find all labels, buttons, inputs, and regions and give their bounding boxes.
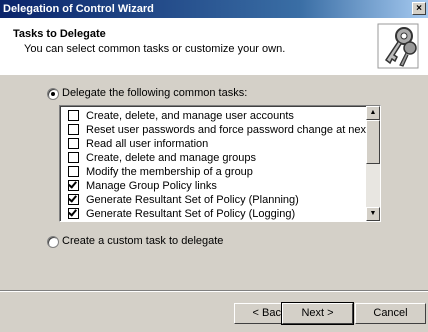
task-checkbox[interactable] xyxy=(68,194,79,205)
next-button[interactable]: Next > xyxy=(281,302,354,325)
task-label: Read all user information xyxy=(86,138,209,150)
task-label: Generate Resultant Set of Policy (Planni… xyxy=(86,194,299,206)
radio-custom-task-label[interactable]: Create a custom task to delegate xyxy=(62,235,223,247)
footer-separator xyxy=(0,290,428,292)
radio-common-tasks[interactable] xyxy=(47,88,59,100)
scroll-up-button[interactable]: ▲ xyxy=(366,106,380,120)
window-title: Delegation of Control Wizard xyxy=(3,3,154,15)
task-checkbox[interactable] xyxy=(68,166,79,177)
task-label: Create, delete and manage groups xyxy=(86,152,257,164)
title-bar: Delegation of Control Wizard × xyxy=(0,0,428,18)
task-checkbox[interactable] xyxy=(68,152,79,163)
task-list: Create, delete, and manage user accounts… xyxy=(60,106,380,221)
arrow-up-icon: ▲ xyxy=(369,109,377,116)
radio-custom-task[interactable] xyxy=(47,236,59,248)
task-checkbox[interactable] xyxy=(68,208,79,219)
task-label: Generate Resultant Set of Policy (Loggin… xyxy=(86,208,296,220)
header-subtitle: You can select common tasks or customize… xyxy=(24,43,286,55)
close-icon: × xyxy=(416,3,422,14)
task-label: Reset user passwords and force password … xyxy=(86,124,381,136)
task-checkbox[interactable] xyxy=(68,110,79,121)
header-separator xyxy=(0,74,428,75)
arrow-down-icon: ▼ xyxy=(369,210,377,217)
cancel-button[interactable]: Cancel xyxy=(355,303,426,324)
wizard-header: Tasks to Delegate You can select common … xyxy=(0,18,428,75)
task-checkbox[interactable] xyxy=(68,180,79,191)
close-button[interactable]: × xyxy=(412,2,426,15)
task-listbox[interactable]: Create, delete, and manage user accounts… xyxy=(59,105,381,222)
scroll-down-button[interactable]: ▼ xyxy=(366,207,380,221)
keys-icon xyxy=(377,23,419,69)
vertical-scrollbar[interactable]: ▲ ▼ xyxy=(366,106,380,221)
scroll-thumb[interactable] xyxy=(366,120,380,164)
task-checkbox[interactable] xyxy=(68,124,79,135)
radio-common-tasks-label[interactable]: Delegate the following common tasks: xyxy=(62,87,247,99)
header-title: Tasks to Delegate xyxy=(13,28,106,40)
task-checkbox[interactable] xyxy=(68,138,79,149)
task-label: Manage Group Policy links xyxy=(86,180,217,192)
task-label: Create, delete, and manage user accounts xyxy=(86,110,294,122)
task-label: Modify the membership of a group xyxy=(86,166,253,178)
